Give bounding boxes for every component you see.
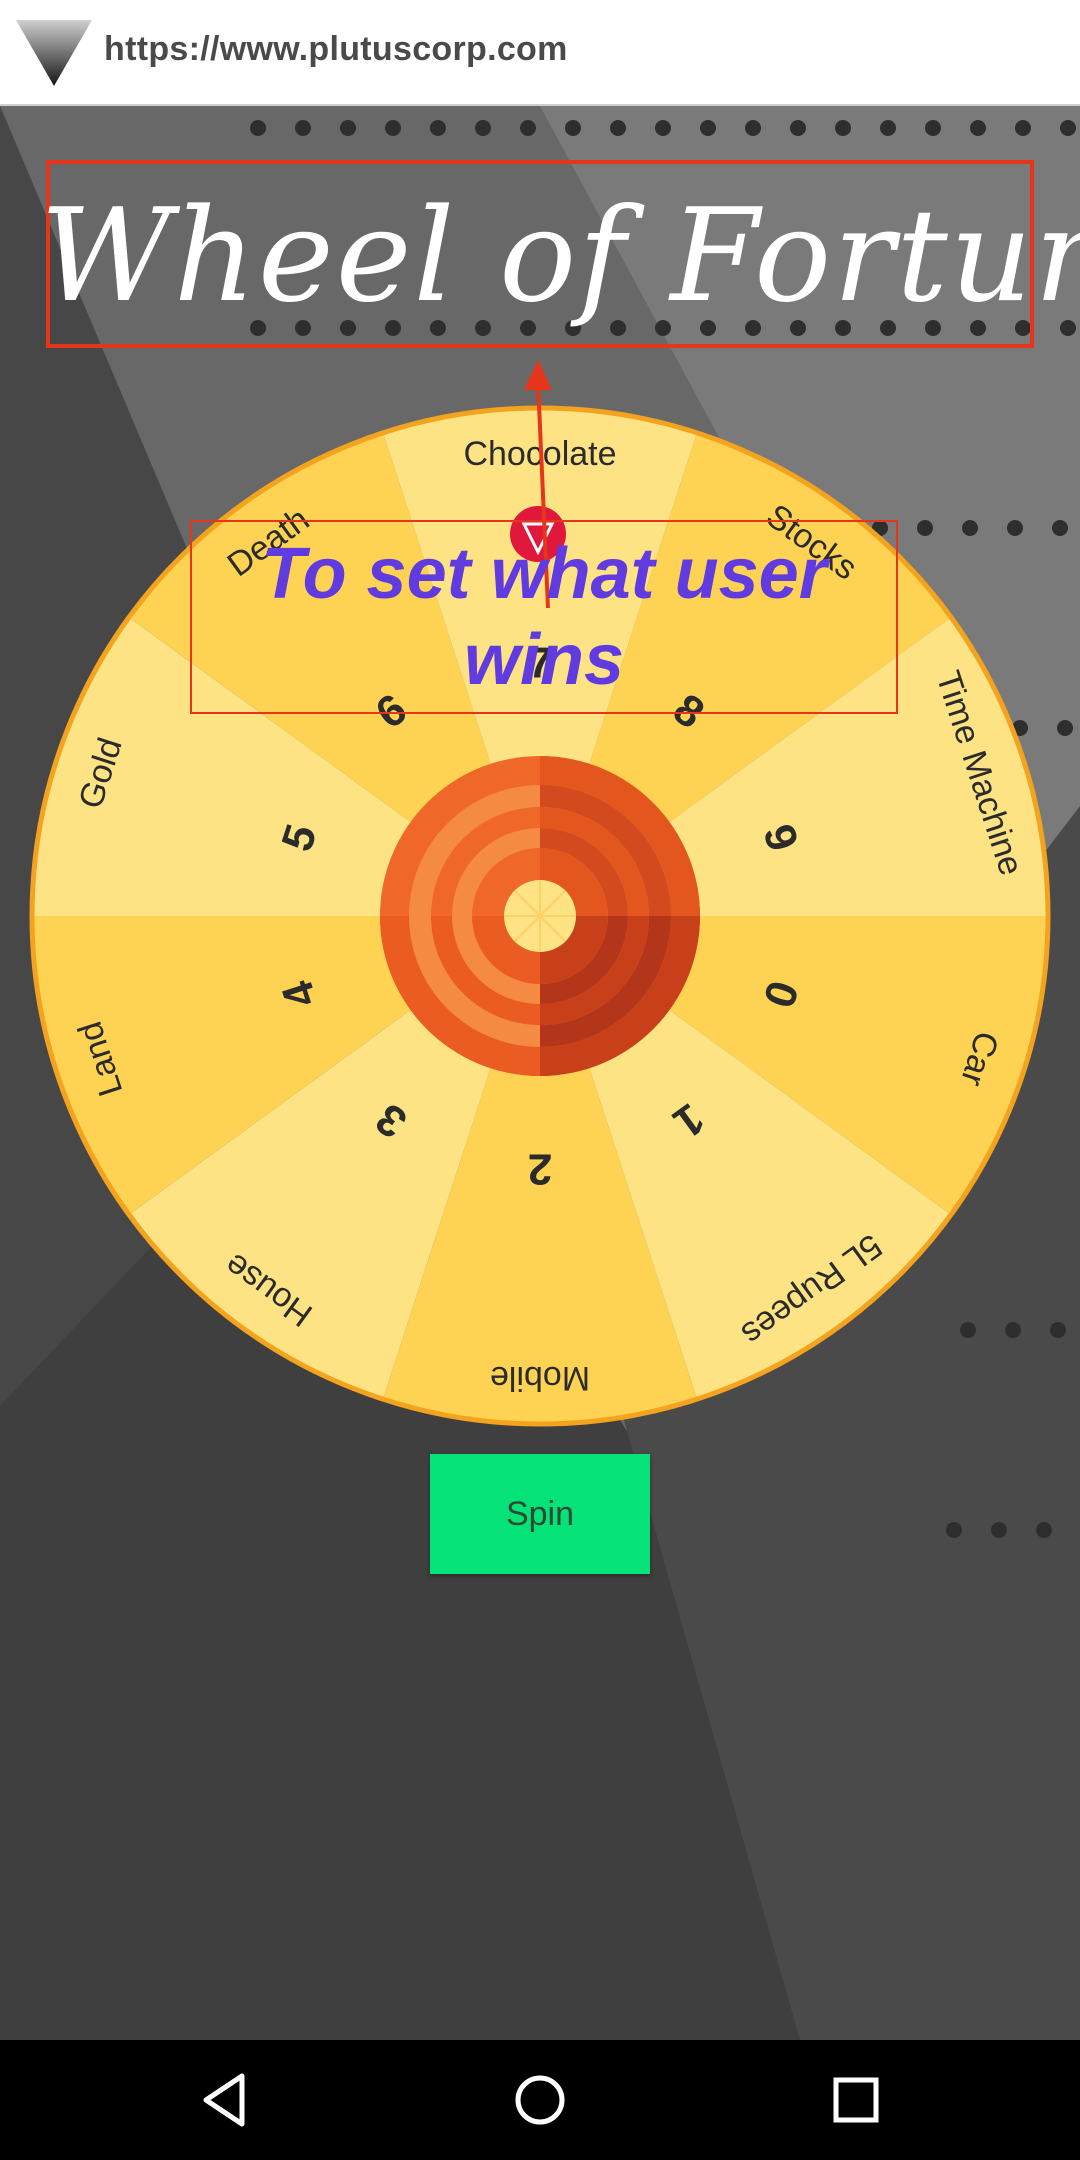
annotation-arrowhead: [524, 360, 552, 390]
back-icon[interactable]: [196, 2070, 256, 2130]
system-navigation-bar: [0, 2040, 1080, 2160]
spin-button[interactable]: Spin: [430, 1454, 650, 1574]
recents-icon[interactable]: [826, 2070, 886, 2130]
annotation-overlay: [510, 360, 566, 609]
home-icon[interactable]: [510, 2070, 570, 2130]
annotation-text: To set what user wins: [261, 534, 827, 700]
